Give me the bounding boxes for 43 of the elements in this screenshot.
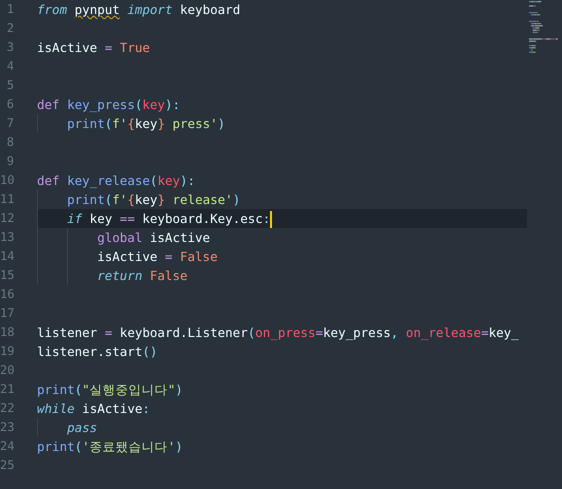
line-number: 8: [6, 134, 14, 151]
line-number: 22: [0, 400, 14, 417]
minimap-drawing[interactable]: [529, 1, 558, 53]
code-line: pass: [37, 418, 527, 437]
line-number: 23: [0, 419, 14, 436]
line-number: 10: [0, 172, 14, 189]
line-number: 11: [0, 191, 14, 208]
code-line: while isActive:: [37, 400, 151, 418]
code-line: isActive = False: [37, 247, 527, 266]
line-number: 17: [0, 305, 14, 322]
line-number: 13: [0, 229, 14, 246]
code-line: listener = keyboard.Listener(on_press=key_press, on_release=key_: [37, 324, 520, 342]
line-number: 6: [6, 96, 14, 113]
line-number: 7: [6, 115, 14, 132]
code-line: isActive = True: [37, 39, 151, 57]
line-number: 20: [0, 362, 14, 379]
line-number: 2: [6, 20, 14, 37]
line-number: 21: [0, 381, 14, 398]
line-number: 18: [0, 324, 14, 341]
code-line: print(f'{key} release'): [37, 190, 527, 209]
code-line: def key_press(key):: [37, 96, 182, 114]
text-cursor: [270, 211, 272, 228]
line-number: 1: [6, 1, 14, 18]
line-number: 25: [0, 457, 14, 474]
code-line: global isActive: [37, 228, 527, 247]
line-number: 3: [6, 39, 14, 56]
code-line: print('종료됐습니다'): [37, 438, 184, 456]
code-line: return False: [37, 266, 527, 285]
code-line: def key_release(key):: [37, 172, 196, 190]
line-number: 24: [0, 438, 14, 455]
code-line: listener.start(): [37, 343, 158, 361]
line-number: 4: [6, 58, 14, 75]
line-number: 19: [0, 343, 14, 360]
line-number: 12: [0, 210, 14, 227]
line-number: 5: [6, 77, 14, 94]
line-number: 14: [0, 248, 14, 265]
code-line: print("실행중입니다"): [37, 381, 184, 399]
line-number: 15: [0, 267, 14, 284]
line-number: 9: [6, 153, 14, 170]
line-number: 16: [0, 286, 14, 303]
code-line: from pynput import keyboard: [37, 1, 242, 19]
current-line-highlight: if key == keyboard.Key.esc:: [37, 209, 527, 228]
code-line: print(f'{key} press'): [37, 114, 527, 133]
